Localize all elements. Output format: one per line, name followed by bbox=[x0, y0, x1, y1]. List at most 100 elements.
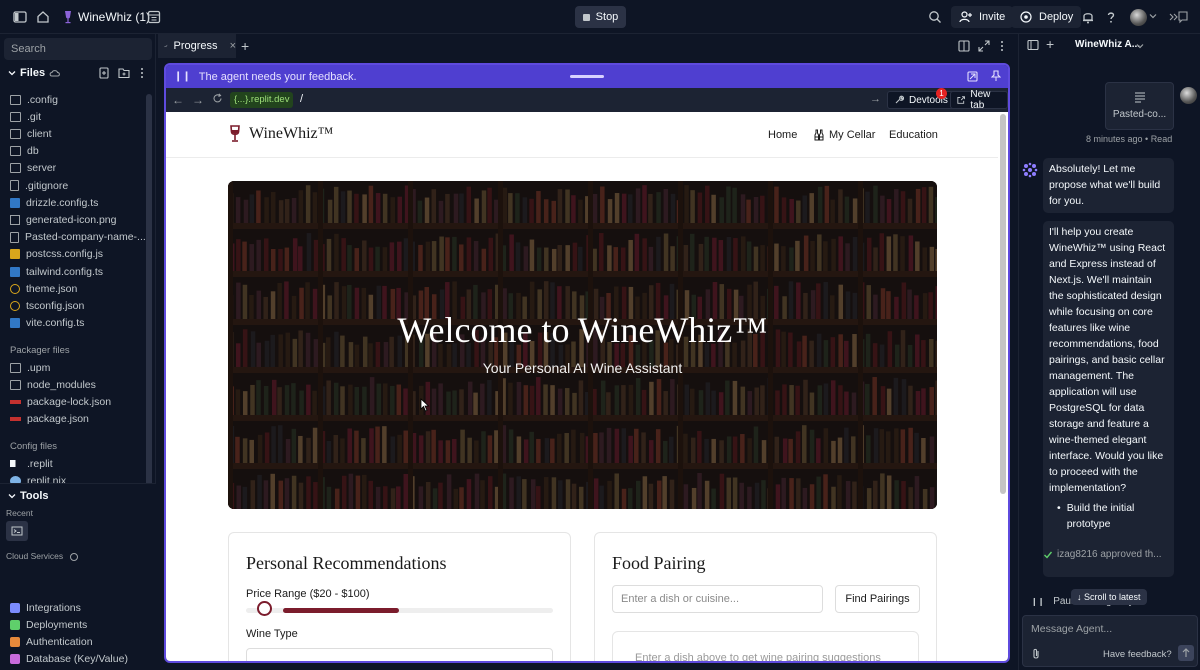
wine-type-select[interactable] bbox=[246, 648, 553, 661]
typescript-icon bbox=[10, 197, 20, 208]
file-tree-item[interactable]: postcss.config.js bbox=[10, 246, 103, 263]
feedback-banner: ❙❙ The agent needs your feedback. bbox=[166, 65, 1008, 88]
new-tab-label: New tab bbox=[970, 89, 991, 111]
sidebar-toggle-icon[interactable] bbox=[1027, 39, 1039, 51]
avatar[interactable] bbox=[1130, 9, 1147, 26]
text-file-icon bbox=[1135, 92, 1145, 103]
file-tree-item[interactable]: .gitignore bbox=[10, 177, 68, 194]
drag-handle[interactable] bbox=[570, 75, 604, 78]
forward-arrow-icon[interactable]: → bbox=[192, 93, 204, 107]
cloud-service-item[interactable]: Integrations bbox=[10, 599, 81, 616]
file-tree-item[interactable]: .config bbox=[10, 91, 58, 108]
file-tree-item[interactable]: tsconfig.json bbox=[10, 297, 84, 314]
approval-text: izag8216 approved th... bbox=[1057, 549, 1162, 560]
site-logo[interactable]: WineWhiz™ bbox=[229, 125, 333, 143]
cloud-sync-icon bbox=[49, 70, 60, 77]
url-path-input[interactable]: / bbox=[300, 93, 303, 105]
nav-education[interactable]: Education bbox=[889, 129, 938, 141]
pause-icon[interactable]: ❙❙ bbox=[174, 71, 191, 82]
file-tree-item[interactable]: client bbox=[10, 125, 52, 142]
price-slider-thumb[interactable] bbox=[257, 601, 272, 616]
cloud-service-item[interactable]: Authentication bbox=[10, 633, 93, 650]
file-tree-item[interactable]: package-lock.json bbox=[10, 393, 111, 410]
price-range-label: Price Range ($20 - $100) bbox=[246, 588, 370, 600]
files-section-header[interactable]: Files bbox=[8, 67, 61, 79]
file-tree-item[interactable]: generated-icon.png bbox=[10, 211, 117, 228]
stop-button[interactable]: Stop bbox=[575, 6, 626, 28]
more-options-icon[interactable] bbox=[140, 67, 144, 79]
file-tree-item[interactable]: .replit bbox=[10, 455, 53, 472]
home-icon[interactable] bbox=[35, 9, 51, 25]
plan-bullet: • Build the initial prototype bbox=[1049, 500, 1168, 532]
file-name: drizzle.config.ts bbox=[26, 196, 99, 209]
add-tab-icon[interactable]: + bbox=[241, 38, 249, 54]
new-file-icon[interactable] bbox=[98, 67, 110, 79]
expand-chat-icon[interactable] bbox=[1169, 9, 1189, 25]
back-arrow-icon[interactable]: ← bbox=[172, 93, 184, 107]
go-arrow-icon[interactable]: → bbox=[870, 93, 881, 105]
refresh-icon[interactable] bbox=[212, 93, 223, 104]
more-options-icon[interactable] bbox=[1000, 40, 1004, 52]
file-tree-item[interactable]: .upm bbox=[10, 359, 50, 376]
tools-section-header[interactable]: Tools bbox=[8, 490, 49, 502]
chat-title[interactable]: WineWhiz A... bbox=[1075, 39, 1140, 50]
info-icon[interactable] bbox=[69, 552, 78, 561]
bell-icon[interactable] bbox=[1080, 9, 1096, 25]
file-tree-item[interactable]: theme.json bbox=[10, 280, 77, 297]
new-folder-icon[interactable] bbox=[118, 67, 130, 79]
dish-input[interactable]: Enter a dish or cuisine... bbox=[612, 585, 823, 613]
send-arrow-icon bbox=[1182, 648, 1190, 657]
split-view-icon[interactable] bbox=[958, 40, 970, 52]
new-tab-button[interactable]: New tab bbox=[950, 89, 1008, 111]
app-title[interactable]: WineWhiz (1) bbox=[78, 10, 150, 24]
file-tree-item[interactable]: vite.config.ts bbox=[10, 315, 84, 332]
top-bar: WineWhiz (1) Stop Invite Deploy bbox=[0, 0, 1200, 34]
file-tree-item[interactable]: package.json bbox=[10, 411, 89, 428]
help-icon[interactable] bbox=[1103, 9, 1119, 25]
layout-icon[interactable] bbox=[146, 9, 162, 25]
pasted-file-attachment[interactable]: Pasted-co... bbox=[1105, 82, 1174, 130]
maximize-icon[interactable] bbox=[978, 40, 990, 52]
sidebar-toggle-icon[interactable] bbox=[12, 9, 28, 25]
scroll-to-latest-button[interactable]: ↓ Scroll to latest bbox=[1071, 589, 1147, 605]
send-button[interactable] bbox=[1178, 645, 1194, 661]
pin-icon[interactable] bbox=[991, 70, 1001, 82]
nav-home[interactable]: Home bbox=[768, 129, 797, 141]
wine-type-label: Wine Type bbox=[246, 628, 298, 640]
json-icon bbox=[10, 300, 20, 311]
file-tree-item[interactable]: server bbox=[10, 160, 56, 177]
add-chat-icon[interactable]: + bbox=[1046, 36, 1054, 52]
invite-button[interactable]: Invite bbox=[951, 6, 1014, 28]
nav-my-cellar[interactable]: My Cellar bbox=[813, 129, 875, 141]
url-domain[interactable]: {...}.replit.dev bbox=[230, 92, 294, 108]
have-feedback-link[interactable]: Have feedback? bbox=[1103, 649, 1172, 660]
file-name: generated-icon.png bbox=[26, 213, 117, 226]
page-scrollbar[interactable] bbox=[1000, 114, 1006, 494]
sidebar-scrollbar[interactable] bbox=[146, 94, 152, 494]
file-tree-item[interactable]: Pasted-company-name-... bbox=[10, 229, 146, 246]
file-tree-item[interactable]: .git bbox=[10, 108, 41, 125]
project-icon bbox=[60, 9, 76, 25]
message-input[interactable]: Message Agent... Have feedback? bbox=[1022, 615, 1198, 667]
chevron-down-icon[interactable] bbox=[1149, 12, 1157, 20]
file-tree-item[interactable]: node_modules bbox=[10, 376, 96, 393]
cloud-service-item[interactable]: Deployments bbox=[10, 616, 87, 633]
tab-progress[interactable]: Progress × bbox=[158, 34, 236, 58]
service-icon bbox=[10, 602, 20, 613]
file-tree-item[interactable]: tailwind.config.ts bbox=[10, 263, 103, 280]
recent-tool-button[interactable] bbox=[6, 521, 28, 541]
search-icon[interactable] bbox=[927, 9, 943, 25]
search-input[interactable]: Search bbox=[4, 38, 152, 60]
file-name: tailwind.config.ts bbox=[26, 265, 104, 278]
deploy-button[interactable]: Deploy bbox=[1011, 6, 1082, 28]
chevron-down-icon[interactable] bbox=[1136, 42, 1144, 50]
devtools-badge: 1 bbox=[936, 88, 947, 99]
find-pairings-button[interactable]: Find Pairings bbox=[835, 585, 920, 613]
close-icon[interactable]: × bbox=[230, 40, 236, 52]
file-tree-item[interactable]: drizzle.config.ts bbox=[10, 194, 98, 211]
price-range-slider[interactable] bbox=[246, 608, 553, 613]
file-tree-item[interactable]: db bbox=[10, 143, 39, 160]
cloud-service-item[interactable]: Database (Key/Value) bbox=[10, 651, 128, 668]
paperclip-icon[interactable] bbox=[1031, 648, 1041, 660]
collapse-icon[interactable] bbox=[967, 71, 978, 82]
